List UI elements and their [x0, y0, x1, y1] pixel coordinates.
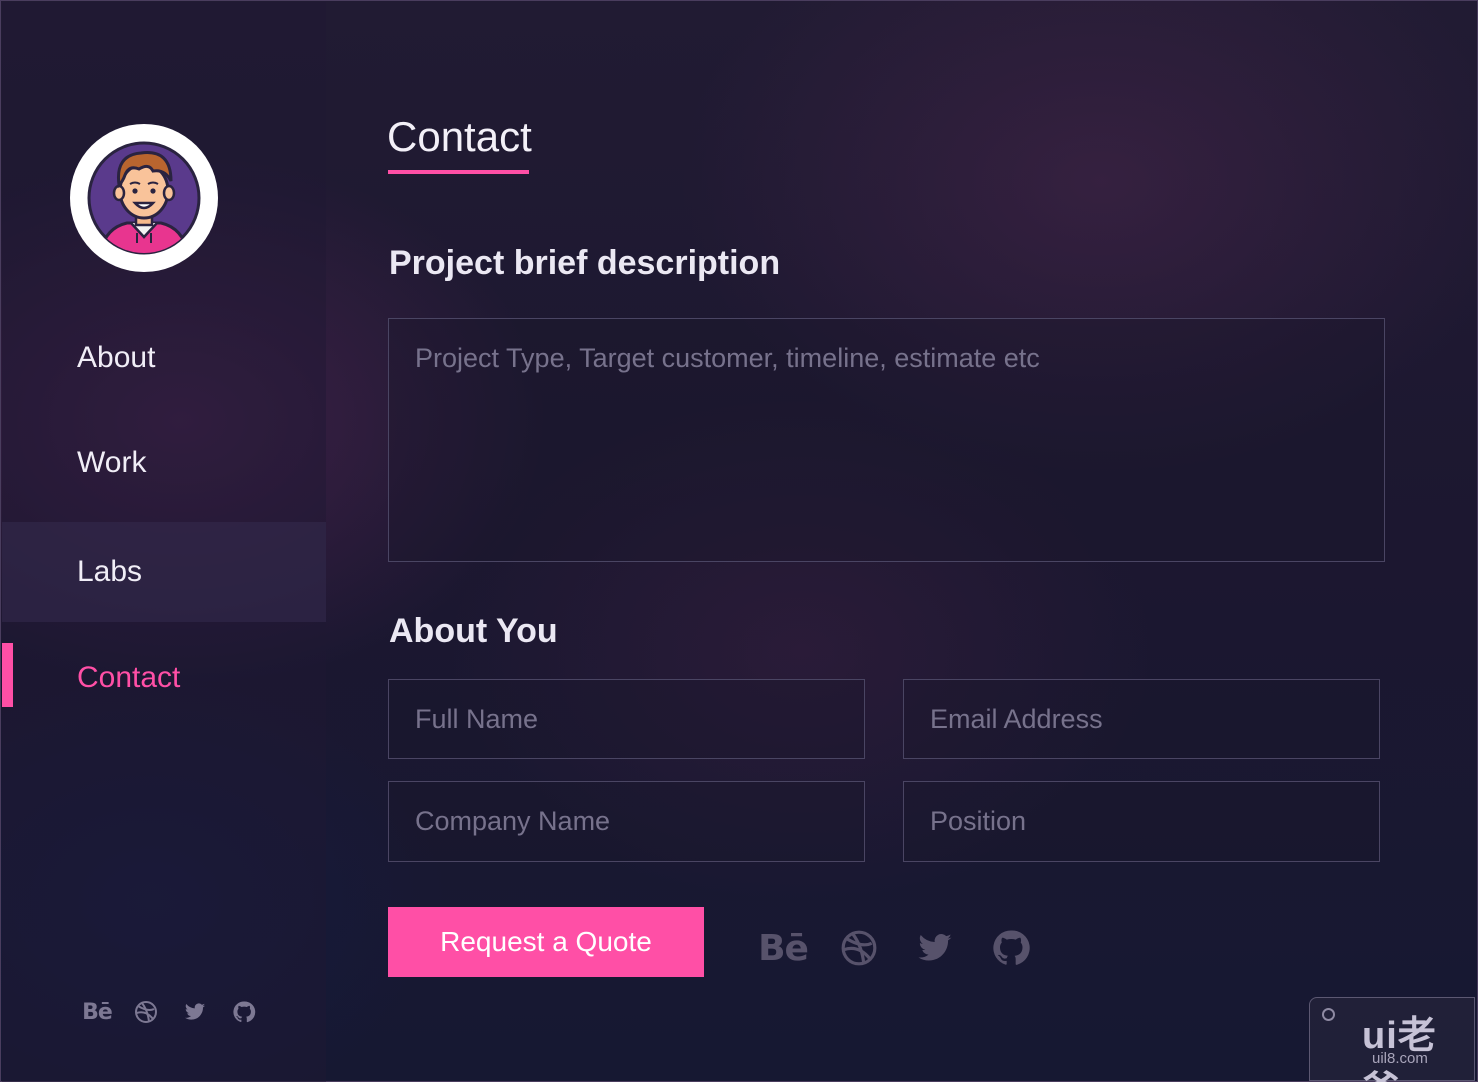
email-field[interactable] — [903, 679, 1380, 759]
title-underline — [388, 170, 529, 174]
sidebar-item-label: Contact — [77, 661, 181, 694]
watermark-dot-icon — [1322, 1008, 1335, 1021]
twitter-icon[interactable] — [911, 926, 959, 970]
page-frame: About Work Labs Contact Bē Contact Proje… — [0, 0, 1478, 1082]
sidebar-item-label: About — [77, 341, 156, 374]
project-section-heading: Project brief description — [389, 244, 781, 282]
sidebar-item-contact[interactable]: Contact — [2, 628, 326, 728]
watermark: ui老爸 uil8.com — [1309, 997, 1475, 1082]
main-social-links: Bē — [758, 926, 1035, 970]
about-section-heading: About You — [389, 612, 558, 650]
company-name-field[interactable] — [388, 781, 865, 862]
avatar — [70, 124, 218, 272]
dribbble-icon[interactable] — [835, 926, 883, 970]
twitter-icon[interactable] — [180, 997, 210, 1027]
sidebar-item-label: Labs — [77, 555, 143, 588]
avatar-illustration-icon — [87, 141, 201, 255]
sidebar-item-about[interactable]: About — [2, 308, 326, 408]
github-icon[interactable] — [987, 926, 1035, 970]
dribbble-icon[interactable] — [131, 997, 161, 1027]
sidebar-item-labs[interactable]: Labs — [2, 522, 326, 622]
sidebar-social-links: Bē — [82, 997, 259, 1027]
sidebar-item-label: Work — [77, 446, 147, 479]
project-description-field[interactable] — [388, 318, 1385, 562]
active-indicator — [2, 643, 13, 707]
position-field[interactable] — [903, 781, 1380, 862]
sidebar: About Work Labs Contact Bē — [2, 2, 326, 1082]
full-name-field[interactable] — [388, 679, 865, 759]
sidebar-item-work[interactable]: Work — [2, 413, 326, 513]
behance-icon[interactable]: Bē — [82, 997, 113, 1027]
github-icon[interactable] — [229, 997, 259, 1027]
request-quote-button[interactable]: Request a Quote — [388, 907, 704, 977]
watermark-logo: ui老爸 — [1362, 1015, 1437, 1082]
page-title: Contact — [387, 113, 532, 160]
behance-icon[interactable]: Bē — [758, 926, 809, 970]
watermark-url: uil8.com — [1372, 1050, 1428, 1067]
